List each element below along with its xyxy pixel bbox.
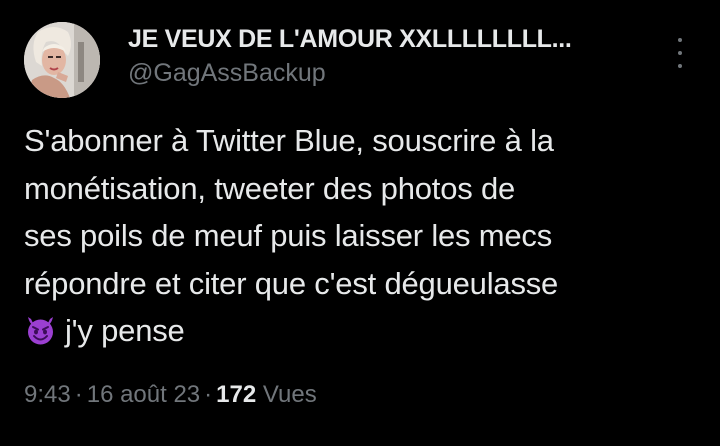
tweet-date: 16 août 23 [86,381,201,408]
separator: · [204,381,213,408]
views-count: 172 [216,381,257,408]
tweet-time: 9:43 [24,381,71,408]
display-name[interactable]: JE VEUX DE L'AMOUR XXLLLLLLLL... [128,24,648,54]
timestamp-link[interactable]: 9:43 · 16 août 23 [24,381,200,408]
avatar[interactable] [24,22,100,98]
author-info: JE VEUX DE L'AMOUR XXLLLLLLLL... @GagAss… [128,24,648,88]
user-handle[interactable]: @GagAssBackup [128,58,648,88]
views-link[interactable]: 172 Vues [216,381,317,408]
tweet-text-line: j'y pense [24,307,694,355]
tweet-text-line: répondre et citer que c'est dégueulasse [24,265,559,301]
dot [678,38,682,42]
tweet: JE VEUX DE L'AMOUR XXLLLLLLLL... @GagAss… [0,0,720,446]
tweet-meta: 9:43 · 16 août 23 · 172 Vues [24,380,317,410]
tweet-text-line: monétisation, tweeter des photos de [24,170,516,206]
profile-avatar-image [24,22,100,98]
smiling-devil-icon [24,313,57,346]
tweet-text-line-end: j'y pense [65,313,185,348]
separator: · [74,381,83,408]
tweet-text: S'abonner à Twitter Blue, souscrire à la… [24,117,694,355]
views-label: Vues [262,381,317,408]
dot [678,64,682,68]
tweet-text-line: S'abonner à Twitter Blue, souscrire à la [24,123,554,158]
tweet-text-line: ses poils de meuf puis laisser les mecs [24,218,553,253]
dot [678,51,682,55]
more-options-icon[interactable] [668,38,692,68]
